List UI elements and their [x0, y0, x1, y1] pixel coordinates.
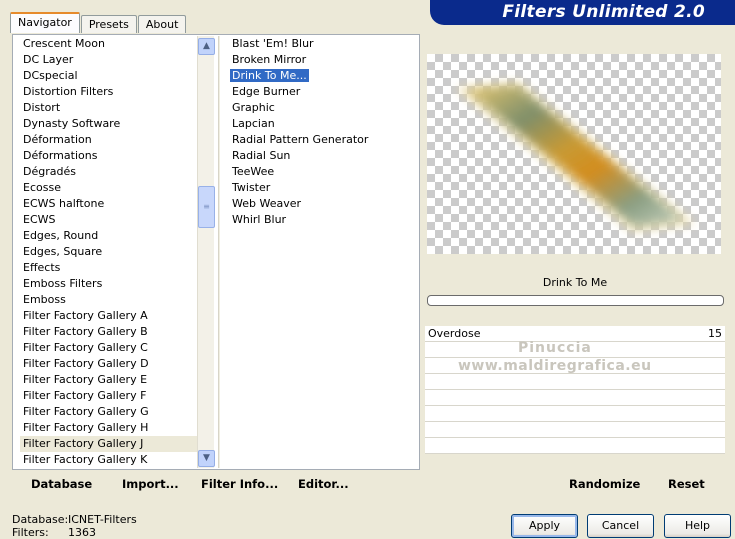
filter-item[interactable]: Blast 'Em! Blur [229, 36, 414, 52]
category-item[interactable]: Dégradés [20, 164, 198, 180]
category-item[interactable]: Dynasty Software [20, 116, 198, 132]
status-area: Database: ICNET-Filters Filters: 1363 [12, 513, 137, 539]
filter-item[interactable]: Twister [229, 180, 414, 196]
category-item[interactable]: Ecosse [20, 180, 198, 196]
scroll-thumb[interactable]: ≡ [198, 186, 215, 228]
database-value: ICNET-Filters [68, 513, 137, 526]
category-scrollbar[interactable]: ▲ ≡ ▼ [197, 36, 215, 468]
filters-count: 1363 [68, 526, 96, 539]
filter-item-label: Drink To Me... [229, 68, 310, 83]
scroll-up-button[interactable]: ▲ [198, 38, 215, 55]
category-item[interactable]: Distort [20, 100, 198, 116]
filter-info-button[interactable]: Filter Info... [201, 477, 278, 491]
category-item[interactable]: Edges, Round [20, 228, 198, 244]
watermark-line1: Pinuccia [518, 340, 592, 356]
param-row-empty [425, 406, 725, 422]
category-item[interactable]: Edges, Square [20, 244, 198, 260]
filter-item[interactable]: TeeWee [229, 164, 414, 180]
filter-item-label: Web Weaver [232, 197, 302, 210]
param-row-empty [425, 422, 725, 438]
param-value[interactable]: 15 [708, 326, 722, 342]
filter-item[interactable]: Graphic [229, 100, 414, 116]
filter-item-label: Blast 'Em! Blur [232, 37, 314, 50]
tab-navigator[interactable]: Navigator [10, 12, 80, 33]
category-item[interactable]: Filter Factory Gallery D [20, 356, 198, 372]
filter-list[interactable]: Blast 'Em! Blur Broken Mirror Drink To Me.… [229, 36, 414, 336]
filter-item-label: Radial Sun [232, 149, 291, 162]
filter-item-label: Lapcian [232, 117, 275, 130]
category-item[interactable]: Filter Factory Gallery E [20, 372, 198, 388]
category-item[interactable]: ECWS halftone [20, 196, 198, 212]
filter-item-label: Twister [232, 181, 271, 194]
tab-about[interactable]: About [137, 15, 187, 33]
watermark-line2: www.maldiregrafica.eu [458, 358, 652, 374]
help-button[interactable]: Help [664, 514, 731, 538]
filter-item[interactable]: Broken Mirror [229, 52, 414, 68]
filter-item-label: Graphic [232, 101, 275, 114]
category-list[interactable]: Crescent Moon DC Layer DCspecial Distortion… [20, 36, 198, 468]
filter-item[interactable]: Radial Sun [229, 148, 414, 164]
reset-button[interactable]: Reset [668, 477, 705, 491]
filter-item[interactable]: Web Weaver [229, 196, 414, 212]
param-label: Overdose [428, 327, 481, 340]
category-item[interactable]: DC Layer [20, 52, 198, 68]
preview-filter-name: Drink To Me [542, 276, 608, 289]
category-item[interactable]: Filter Factory Gallery C [20, 340, 198, 356]
filter-item[interactable]: Lapcian [229, 116, 414, 132]
preview-area [425, 36, 725, 268]
category-item[interactable]: Déformation [20, 132, 198, 148]
category-item[interactable]: Filter Factory Gallery G [20, 404, 198, 420]
category-item[interactable]: Filter Factory Gallery K [20, 452, 198, 468]
category-item[interactable]: Filter Factory Gallery A [20, 308, 198, 324]
preview-image [427, 54, 721, 254]
filter-item-label: Edge Burner [232, 85, 301, 98]
import-button[interactable]: Import... [122, 477, 179, 491]
filter-item-label: Radial Pattern Generator [232, 133, 369, 146]
filter-item-label: TeeWee [232, 165, 275, 178]
filters-label: Filters: [12, 526, 49, 539]
editor-button[interactable]: Editor... [298, 477, 349, 491]
tab-bar: Navigator Presets About [10, 12, 187, 34]
preset-buttons: Randomize Reset [425, 471, 725, 499]
category-item[interactable]: Distortion Filters [20, 84, 198, 100]
category-item[interactable]: Effects [20, 260, 198, 276]
scroll-down-button[interactable]: ▼ [198, 450, 215, 467]
progress-bar [427, 295, 724, 306]
category-item[interactable]: Filter Factory Gallery J [20, 436, 198, 452]
filter-item-label: Whirl Blur [232, 213, 287, 226]
apply-button[interactable]: Apply [511, 514, 578, 538]
param-row-empty [425, 374, 725, 390]
filter-item[interactable]: Drink To Me... [229, 68, 414, 84]
banner-title: Filters Unlimited 2.0 [502, 2, 705, 22]
category-item[interactable]: ECWS [20, 212, 198, 228]
category-item[interactable]: DCspecial [20, 68, 198, 84]
navigator-buttons: Database Import... Filter Info... Editor… [12, 471, 420, 499]
category-item[interactable]: Déformations [20, 148, 198, 164]
category-item[interactable]: Filter Factory Gallery B [20, 324, 198, 340]
category-item[interactable]: Emboss [20, 292, 198, 308]
category-item[interactable]: Crescent Moon [20, 36, 198, 52]
filter-item-label: Broken Mirror [232, 53, 307, 66]
cancel-button[interactable]: Cancel [587, 514, 654, 538]
category-item[interactable]: Filter Factory Gallery F [20, 388, 198, 404]
filter-item[interactable]: Edge Burner [229, 84, 414, 100]
param-row-empty [425, 390, 725, 406]
filter-item[interactable]: Radial Pattern Generator [229, 132, 414, 148]
title-banner: Filters Unlimited 2.0 [430, 0, 735, 25]
param-row-empty [425, 438, 725, 454]
database-label: Database: [12, 513, 69, 526]
randomize-button[interactable]: Randomize [569, 477, 640, 491]
category-item[interactable]: Filter Factory Gallery H [20, 420, 198, 436]
list-divider [218, 36, 220, 468]
filter-item[interactable]: Whirl Blur [229, 212, 414, 228]
category-item[interactable]: Emboss Filters [20, 276, 198, 292]
tab-presets[interactable]: Presets [80, 15, 137, 33]
database-button[interactable]: Database [31, 477, 92, 491]
preview-graphic [455, 82, 695, 232]
